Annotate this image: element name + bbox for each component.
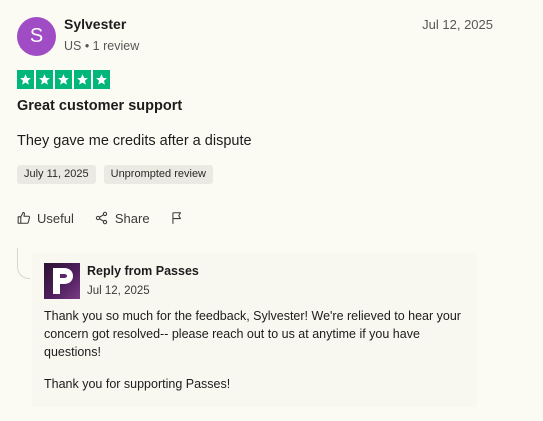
useful-button[interactable]: Useful bbox=[17, 211, 74, 226]
report-button[interactable] bbox=[170, 210, 184, 226]
experience-date-tag: July 11, 2025 bbox=[17, 165, 96, 184]
avatar-initial: S bbox=[29, 25, 44, 47]
passes-logo bbox=[44, 263, 80, 299]
reply-date: Jul 12, 2025 bbox=[87, 285, 150, 297]
thumbs-up-icon bbox=[17, 211, 31, 225]
reviewer-avatar[interactable]: S bbox=[17, 17, 56, 56]
star-icon bbox=[74, 70, 91, 89]
reviewer-meta: US • 1 review bbox=[64, 39, 140, 53]
star-icon bbox=[36, 70, 53, 89]
review-actions: Useful Share bbox=[17, 210, 184, 226]
share-icon bbox=[94, 211, 109, 225]
unprompted-review-tag[interactable]: Unprompted review bbox=[103, 165, 213, 184]
star-rating bbox=[17, 70, 110, 89]
reply-message: Thank you so much for the feedback, Sylv… bbox=[44, 309, 461, 359]
review-body: They gave me credits after a dispute bbox=[17, 133, 252, 149]
reply-from: Reply from Passes bbox=[87, 264, 199, 278]
review-date: Jul 12, 2025 bbox=[422, 17, 493, 32]
useful-label: Useful bbox=[37, 210, 74, 226]
star-icon bbox=[93, 70, 110, 89]
reply-thanks: Thank you for supporting Passes! bbox=[44, 377, 231, 391]
star-icon bbox=[55, 70, 72, 89]
review-tags: July 11, 2025 Unprompted review bbox=[17, 165, 213, 184]
reviewer-name[interactable]: Sylvester bbox=[64, 16, 126, 32]
reply-connector bbox=[17, 248, 30, 279]
share-label: Share bbox=[114, 210, 150, 226]
review-title: Great customer support bbox=[17, 98, 183, 114]
share-button[interactable]: Share bbox=[94, 211, 150, 226]
flag-icon bbox=[170, 210, 184, 226]
star-icon bbox=[17, 70, 34, 89]
